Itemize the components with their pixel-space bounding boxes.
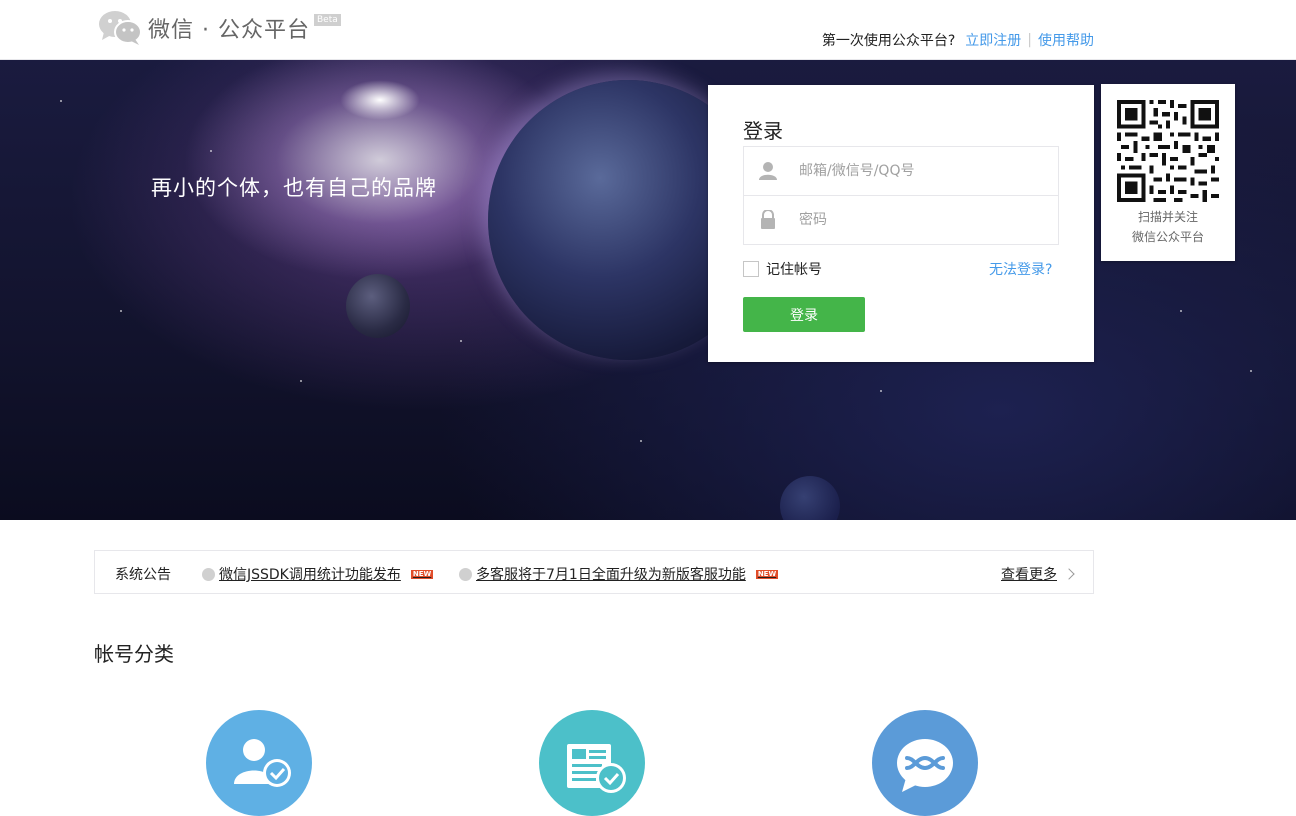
header-links: 第一次使用公众平台? 立即注册 | 使用帮助 xyxy=(822,30,1094,50)
username-input[interactable] xyxy=(799,147,1049,195)
remember-account[interactable]: 记住帐号 xyxy=(743,259,822,279)
qr-panel: 扫描并关注 微信公众平台 xyxy=(1101,84,1235,261)
small-planet-image xyxy=(346,274,410,338)
star xyxy=(460,340,462,342)
account-types-title: 帐号分类 xyxy=(94,642,174,666)
bullet-dot-icon xyxy=(202,567,215,581)
enterprise-account-icon[interactable] xyxy=(872,710,978,816)
service-account-icon[interactable] xyxy=(206,710,312,816)
notice-item[interactable]: 微信JSSDK调用统计功能发布 NEW xyxy=(202,564,434,584)
top-header: 微信 · 公众平台 Beta 第一次使用公众平台? 立即注册 | 使用帮助 xyxy=(0,0,1296,60)
notice-item[interactable]: 多客服将于7月1日全面升级为新版客服功能 NEW xyxy=(459,564,779,584)
password-input[interactable] xyxy=(799,196,1049,244)
notice-item-text: 多客服将于7月1日全面升级为新版客服功能 xyxy=(476,567,746,583)
remember-checkbox[interactable] xyxy=(743,261,759,277)
username-field[interactable] xyxy=(743,146,1059,196)
banner-slogan: 再小的个体，也有自己的品牌 xyxy=(151,176,437,200)
star xyxy=(120,310,122,312)
new-badge: NEW xyxy=(410,569,434,579)
help-link[interactable]: 使用帮助 xyxy=(1038,30,1094,50)
login-title: 登录 xyxy=(743,119,783,143)
distant-planet-image xyxy=(780,476,840,520)
notice-label: 系统公告 xyxy=(115,567,171,583)
password-field[interactable] xyxy=(743,195,1059,245)
cannot-login-link[interactable]: 无法登录? xyxy=(989,259,1052,279)
beta-badge: Beta xyxy=(313,14,341,26)
star xyxy=(880,390,882,392)
logo-text: 微信 · 公众平台 xyxy=(148,18,310,43)
user-icon xyxy=(759,161,777,181)
bullet-dot-icon xyxy=(459,567,472,581)
wechat-bubbles-icon xyxy=(98,10,144,46)
system-notice-bar: 系统公告 微信JSSDK调用统计功能发布 NEW 多客服将于7月1日全面升级为新… xyxy=(94,550,1094,594)
wechat-logo[interactable]: 微信 · 公众平台 Beta xyxy=(98,10,341,46)
star xyxy=(640,440,642,442)
qr-code-icon xyxy=(1117,100,1219,202)
lock-icon xyxy=(759,209,777,230)
remember-label: 记住帐号 xyxy=(766,262,822,278)
notice-item-text: 微信JSSDK调用统计功能发布 xyxy=(219,567,401,583)
first-time-question: 第一次使用公众平台? xyxy=(821,33,956,49)
star xyxy=(60,100,62,102)
login-panel: 登录 记住帐号 无法登录? 登录 xyxy=(708,85,1094,362)
view-more-label: 查看更多 xyxy=(1001,567,1057,583)
star xyxy=(1250,370,1252,372)
link-divider: | xyxy=(1027,32,1032,48)
star xyxy=(300,380,302,382)
light-flare xyxy=(340,80,420,120)
view-more-link[interactable]: 查看更多 xyxy=(1001,564,1075,584)
qr-caption-platform: 微信公众平台 xyxy=(1131,230,1204,244)
qr-caption-scan: 扫描并关注 xyxy=(1137,210,1198,224)
subscription-account-icon[interactable] xyxy=(539,710,645,816)
star xyxy=(1180,310,1182,312)
login-button[interactable]: 登录 xyxy=(743,297,865,332)
star xyxy=(210,150,212,152)
register-link[interactable]: 立即注册 xyxy=(965,30,1021,50)
new-badge: NEW xyxy=(755,569,779,579)
chevron-right-icon xyxy=(1063,568,1075,580)
